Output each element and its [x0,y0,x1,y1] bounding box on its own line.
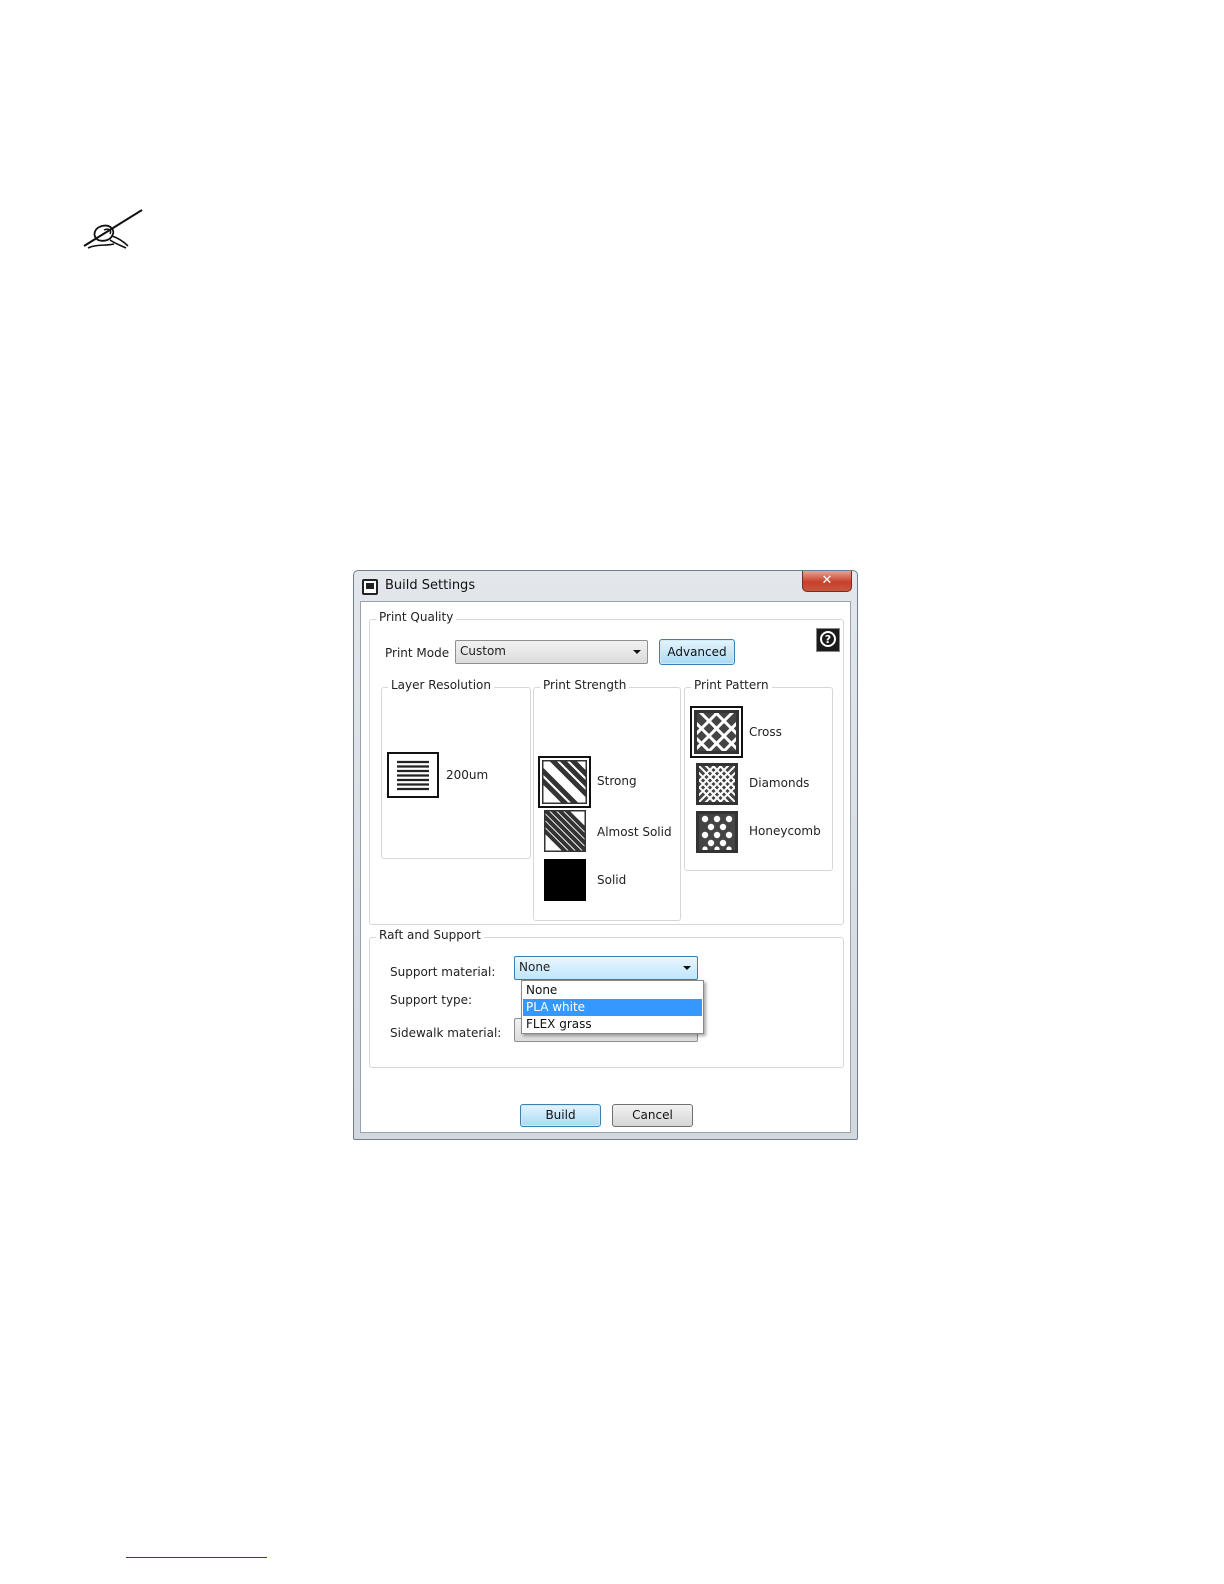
raft-support-title: Raft and Support [376,928,484,942]
window-icon [362,579,378,595]
dialog-title: Build Settings [385,578,476,593]
support-material-select[interactable]: None [514,956,698,980]
layer-resolution-group: Layer Resolution 200um [381,678,531,859]
support-material-label: Support material: [390,965,496,979]
layer-lines-icon[interactable] [387,752,439,798]
support-material-dropdown[interactable]: None PLA white FLEX grass [521,980,704,1034]
handwriting-note-icon [83,209,143,249]
almost-solid-label: Almost Solid [597,825,672,839]
strong-label: Strong [597,774,637,788]
honeycomb-label: Honeycomb [749,824,821,838]
sidewalk-material-label: Sidewalk material: [390,1026,502,1040]
dense-hatch-icon[interactable] [544,810,586,852]
layer-resolution-title: Layer Resolution [388,678,494,692]
print-pattern-group: Print Pattern Cross Diamonds Honeycomb [684,678,833,871]
advanced-button[interactable]: Advanced [659,639,735,665]
print-quality-title: Print Quality [376,610,457,624]
diamond-grid-icon[interactable] [696,763,738,805]
support-type-label: Support type: [390,993,473,1007]
resolution-200um-label: 200um [446,768,489,782]
build-settings-dialog: Build Settings ✕ Print Quality Print Mod… [353,570,858,1140]
dropdown-option-pla-white[interactable]: PLA white [523,999,702,1016]
diagonal-hatch-icon[interactable] [538,756,591,808]
help-icon[interactable] [816,628,840,652]
cross-label: Cross [749,725,782,739]
honeycomb-icon[interactable] [696,811,738,853]
diamonds-label: Diamonds [749,776,810,790]
support-material-value: None [519,960,551,974]
print-mode-select[interactable]: Custom [455,640,648,664]
cross-grid-icon[interactable] [690,706,743,758]
print-mode-label: Print Mode [385,646,450,660]
print-strength-title: Print Strength [540,678,630,692]
solid-label: Solid [597,873,627,887]
solid-square-icon[interactable] [544,859,586,901]
print-strength-group: Print Strength Strong Almost Solid Solid [533,678,681,921]
chevron-down-icon [683,966,691,970]
print-pattern-title: Print Pattern [691,678,772,692]
print-mode-value: Custom [460,644,506,658]
print-quality-group: Print Quality Print Mode Custom Advanced… [369,610,844,925]
close-button[interactable]: ✕ [802,571,852,592]
dialog-content: Print Quality Print Mode Custom Advanced… [360,601,851,1133]
dropdown-option-none[interactable]: None [523,982,702,999]
cancel-button[interactable]: Cancel [612,1104,693,1127]
dropdown-option-flex-grass[interactable]: FLEX grass [523,1016,702,1033]
footnote-rule [126,1557,267,1558]
chevron-down-icon [633,650,641,654]
title-bar[interactable]: Build Settings ✕ [354,571,857,601]
build-button[interactable]: Build [520,1104,601,1127]
